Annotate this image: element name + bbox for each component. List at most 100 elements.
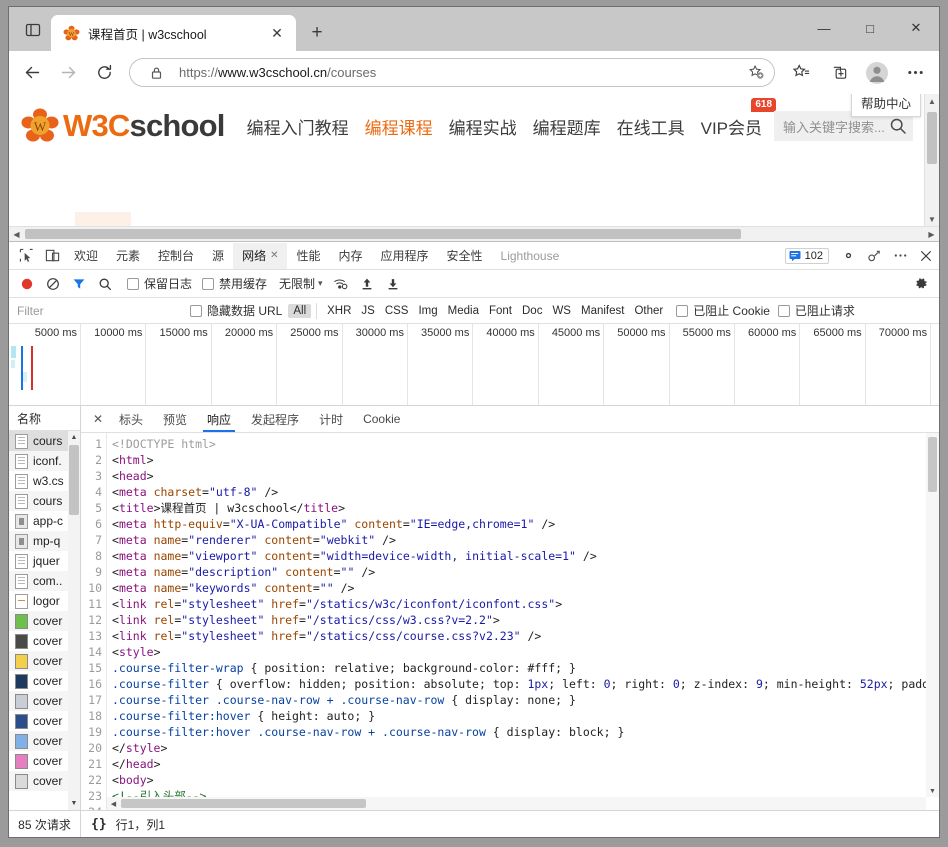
- filter-type-img[interactable]: Img: [413, 304, 442, 318]
- reqlist-scroll-down-icon[interactable]: ▼: [68, 797, 80, 810]
- devtools-tab-elements[interactable]: 元素: [107, 243, 149, 269]
- throttle-select[interactable]: 无限制 ▾: [279, 275, 323, 292]
- page-horizontal-scrollbar[interactable]: ◀ ▶: [9, 226, 939, 241]
- devtools-tab-network[interactable]: 网络 ✕: [233, 243, 287, 269]
- code-horizontal-scrollbar[interactable]: ◀: [107, 797, 926, 810]
- issues-counter-button[interactable]: 102: [785, 248, 829, 264]
- forward-icon[interactable]: [51, 57, 85, 89]
- detail-tab-response[interactable]: 响应: [197, 407, 241, 432]
- devtools-tab-console[interactable]: 控制台: [149, 243, 203, 269]
- search-requests-icon[interactable]: [93, 272, 117, 296]
- request-list-body[interactable]: coursiconf.w3.cscoursapp-cmp-qjquercom..…: [9, 431, 80, 810]
- code-scroll-thumb-vertical[interactable]: [928, 437, 937, 492]
- filter-type-other[interactable]: Other: [629, 304, 668, 318]
- hide-data-urls-checkbox[interactable]: 隐藏数据 URL: [190, 302, 282, 319]
- devtools-tab-network-close-icon[interactable]: ✕: [270, 250, 278, 261]
- site-nav-item-4[interactable]: 在线工具: [617, 114, 685, 139]
- devtools-customize-icon[interactable]: [861, 243, 887, 269]
- reqlist-scroll-thumb[interactable]: [69, 445, 79, 515]
- device-toolbar-icon[interactable]: [39, 243, 65, 269]
- gear-icon[interactable]: [835, 243, 861, 269]
- blocked-requests-checkbox[interactable]: 已阻止请求: [778, 302, 855, 319]
- favorites-icon[interactable]: [783, 57, 819, 89]
- blocked-cookies-box[interactable]: [676, 305, 688, 317]
- code-scroll-thumb-horizontal[interactable]: [121, 799, 366, 808]
- devtools-tab-lighthouse[interactable]: Lighthouse: [492, 243, 569, 269]
- network-conditions-icon[interactable]: [329, 272, 353, 296]
- blocked-requests-box[interactable]: [778, 305, 790, 317]
- preserve-log-checkbox[interactable]: 保留日志: [127, 275, 192, 292]
- scroll-right-arrow-icon[interactable]: ▶: [924, 227, 939, 241]
- filter-input[interactable]: Filter: [15, 304, 190, 318]
- devtools-tab-security[interactable]: 安全性: [438, 243, 492, 269]
- reqlist-scroll-up-icon[interactable]: ▲: [68, 431, 80, 444]
- page-scroll-thumb-vertical[interactable]: [927, 112, 937, 164]
- network-overview-timeline[interactable]: 5000 ms10000 ms15000 ms20000 ms25000 ms3…: [9, 324, 939, 406]
- site-nav-item-1[interactable]: 编程课程: [365, 114, 433, 139]
- detail-tab-preview[interactable]: 预览: [153, 407, 197, 432]
- scroll-left-arrow-icon[interactable]: ◀: [9, 227, 24, 241]
- code-vertical-scrollbar[interactable]: ▲ ▼: [926, 433, 939, 797]
- devtools-tab-memory[interactable]: 内存: [329, 243, 371, 269]
- scroll-down-arrow-icon[interactable]: ▼: [925, 212, 939, 226]
- filter-type-css[interactable]: CSS: [380, 304, 414, 318]
- window-close-button[interactable]: ✕: [893, 7, 939, 49]
- add-favorite-icon[interactable]: [742, 60, 770, 85]
- more-vertical-icon[interactable]: [887, 243, 913, 269]
- site-nav-item-0[interactable]: 编程入门教程: [247, 114, 349, 139]
- browser-tab-close-icon[interactable]: ✕: [266, 22, 288, 44]
- detail-tab-headers[interactable]: 标头: [109, 407, 153, 432]
- devtools-tab-performance[interactable]: 性能: [287, 243, 329, 269]
- request-list-scrollbar[interactable]: ▲ ▼: [68, 431, 80, 810]
- devtools-tab-application[interactable]: 应用程序: [372, 243, 438, 269]
- code-scroll-down-icon[interactable]: ▼: [926, 785, 939, 797]
- detail-tab-cookies[interactable]: Cookie: [353, 407, 410, 432]
- scroll-up-arrow-icon[interactable]: ▲: [925, 94, 939, 108]
- record-stop-icon[interactable]: [15, 272, 39, 296]
- detail-tab-initiator[interactable]: 发起程序: [241, 407, 309, 432]
- devtools-tab-welcome[interactable]: 欢迎: [65, 243, 107, 269]
- window-maximize-button[interactable]: □: [847, 7, 893, 49]
- filter-type-doc[interactable]: Doc: [517, 304, 547, 318]
- filter-type-all[interactable]: All: [288, 304, 311, 318]
- blocked-cookies-checkbox[interactable]: 已阻止 Cookie: [676, 302, 770, 319]
- window-minimize-button[interactable]: —: [801, 7, 847, 49]
- tab-sidebar-toggle-icon[interactable]: [15, 11, 51, 49]
- filter-type-font[interactable]: Font: [484, 304, 517, 318]
- preserve-log-box[interactable]: [127, 278, 139, 290]
- code-scroll-left-icon[interactable]: ◀: [107, 797, 120, 810]
- filter-funnel-icon[interactable]: [67, 272, 91, 296]
- devtools-close-icon[interactable]: [913, 243, 939, 269]
- disable-cache-box[interactable]: [202, 278, 214, 290]
- code-content[interactable]: <!DOCTYPE html><html><head><meta charset…: [107, 433, 939, 810]
- new-tab-button[interactable]: +: [302, 18, 332, 48]
- browser-tab[interactable]: W 课程首页 | w3cschool ✕: [51, 15, 296, 51]
- inspect-element-icon[interactable]: [13, 243, 39, 269]
- site-nav-item-2[interactable]: 编程实战: [449, 114, 517, 139]
- search-icon[interactable]: [889, 117, 907, 135]
- devtools-tab-sources[interactable]: 源: [203, 243, 233, 269]
- site-nav-item-3[interactable]: 编程题库: [533, 114, 601, 139]
- import-har-icon[interactable]: [355, 272, 379, 296]
- response-source-view[interactable]: 1234567891011121314151617181920212223242…: [81, 433, 939, 810]
- filter-type-manifest[interactable]: Manifest: [576, 304, 629, 318]
- address-bar[interactable]: https://www.w3cschool.cn/courses: [129, 58, 775, 87]
- back-icon[interactable]: [15, 57, 49, 89]
- filter-type-xhr[interactable]: XHR: [322, 304, 356, 318]
- filter-type-js[interactable]: JS: [356, 304, 379, 318]
- w3cschool-flower-logo[interactable]: W: [21, 107, 59, 145]
- filter-type-ws[interactable]: WS: [547, 304, 576, 318]
- more-options-icon[interactable]: [897, 57, 933, 89]
- detail-tab-timing[interactable]: 计时: [309, 407, 353, 432]
- format-source-icon[interactable]: {}: [91, 817, 107, 832]
- export-har-icon[interactable]: [381, 272, 405, 296]
- page-scroll-thumb-horizontal[interactable]: [25, 229, 741, 239]
- disable-cache-checkbox[interactable]: 禁用缓存: [202, 275, 267, 292]
- site-logo-text[interactable]: W3Cschool: [63, 108, 225, 144]
- reload-icon[interactable]: [87, 57, 121, 89]
- request-list-header-name[interactable]: 名称: [9, 406, 80, 431]
- site-nav-item-5[interactable]: VIP会员 618: [701, 114, 762, 139]
- filter-type-media[interactable]: Media: [443, 304, 484, 318]
- profile-avatar-icon[interactable]: [859, 57, 895, 89]
- network-settings-gear-icon[interactable]: [909, 272, 933, 296]
